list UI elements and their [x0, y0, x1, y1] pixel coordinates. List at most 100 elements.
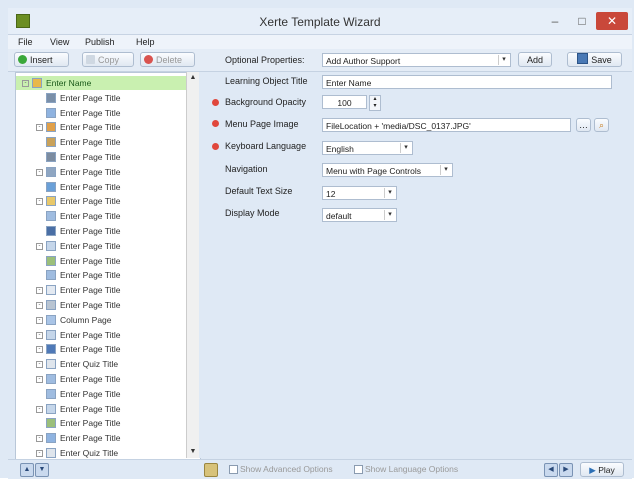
- previous-icon[interactable]: ◀: [544, 463, 558, 477]
- tree-item[interactable]: Enter Page Title: [16, 91, 186, 105]
- bottom-bar: ▲ ▼ Show Advanced Options Show Language …: [8, 459, 632, 479]
- menu-image-input[interactable]: FileLocation + 'media/DSC_0137.JPG': [322, 118, 571, 132]
- expand-toggle-icon[interactable]: -: [36, 331, 43, 339]
- window-icon: [46, 329, 56, 340]
- app-window: Xerte Template Wizard – □ ✕ File View Pu…: [0, 0, 634, 479]
- expand-toggle-icon[interactable]: -: [36, 242, 43, 250]
- page-icon: [46, 374, 56, 384]
- page-icon: [46, 211, 56, 222]
- tree-item[interactable]: Enter Page Title: [16, 268, 186, 282]
- tree-item[interactable]: - Enter Page Title: [16, 239, 186, 253]
- scroll-down-icon[interactable]: ▼: [188, 447, 198, 457]
- browse-button[interactable]: …: [576, 118, 591, 132]
- tree-item[interactable]: - Enter Page Title: [16, 328, 186, 342]
- expand-toggle-icon[interactable]: -: [36, 376, 43, 383]
- menu-view[interactable]: View: [50, 37, 69, 47]
- tree-item[interactable]: Enter Page Title: [16, 416, 186, 430]
- expand-toggle-icon[interactable]: -: [36, 124, 43, 132]
- close-button[interactable]: ✕: [596, 12, 628, 30]
- advanced-options-label: Show Advanced Options: [240, 464, 333, 474]
- optional-properties-select[interactable]: Add Author Support ▾: [322, 53, 511, 67]
- language-options-checkbox[interactable]: [354, 465, 363, 474]
- expand-toggle-icon[interactable]: -: [36, 302, 43, 309]
- tree-item[interactable]: Enter Page Title: [16, 106, 186, 120]
- menu-file[interactable]: File: [18, 37, 33, 47]
- tree-item[interactable]: Enter Page Title: [16, 209, 186, 223]
- image-text-icon: [46, 122, 56, 133]
- tree-item[interactable]: - Enter Page Title: [16, 342, 186, 356]
- maximize-button[interactable]: □: [569, 12, 595, 30]
- menu-help[interactable]: Help: [136, 37, 155, 47]
- expand-toggle-icon[interactable]: -: [36, 450, 43, 457]
- expand-toggle-icon[interactable]: -: [36, 287, 43, 295]
- scroll-up-icon[interactable]: ▲: [188, 73, 198, 83]
- quiz-icon: [46, 359, 56, 370]
- tree-item[interactable]: - Enter Page Title: [16, 194, 186, 208]
- tree-item-label: Enter Page Title: [60, 166, 121, 177]
- required-dot-icon: [212, 99, 219, 106]
- expand-toggle-icon[interactable]: -: [36, 435, 43, 443]
- tree-item[interactable]: - Enter Name: [16, 76, 186, 90]
- save-button[interactable]: Save: [567, 52, 622, 67]
- tree-item[interactable]: Enter Page Title: [16, 387, 186, 401]
- tree-item[interactable]: - Enter Quiz Title: [16, 357, 186, 371]
- display-mode-label: Display Mode: [225, 208, 280, 218]
- tree-item[interactable]: Enter Page Title: [16, 254, 186, 268]
- minimize-button[interactable]: –: [542, 12, 568, 30]
- expand-toggle-icon[interactable]: -: [36, 198, 43, 206]
- chevron-down-icon: ▾: [440, 165, 451, 175]
- tree-item[interactable]: Enter Page Title: [16, 180, 186, 194]
- tree-item[interactable]: Enter Page Title: [16, 135, 186, 149]
- wizard-icon[interactable]: [204, 463, 218, 477]
- keyboard-language-select[interactable]: English ▾: [322, 141, 413, 155]
- expand-toggle-icon[interactable]: -: [36, 346, 43, 354]
- text-size-select[interactable]: 12 ▾: [322, 186, 397, 200]
- menu-publish[interactable]: Publish: [85, 37, 115, 47]
- tree-item[interactable]: - Column Page: [16, 313, 186, 327]
- tree-item[interactable]: - Enter Page Title: [16, 165, 186, 179]
- expand-toggle-icon[interactable]: -: [36, 405, 43, 413]
- next-icon[interactable]: ▶: [559, 463, 573, 477]
- tree-item[interactable]: - Enter Page Title: [16, 372, 186, 386]
- play-button[interactable]: ▶ Play: [580, 462, 624, 477]
- opacity-stepper[interactable]: ▴ ▾: [369, 95, 381, 111]
- move-down-icon[interactable]: ▼: [35, 463, 49, 477]
- advanced-options-checkbox[interactable]: [229, 465, 238, 474]
- opacity-input[interactable]: 100: [322, 95, 367, 109]
- page-tree[interactable]: - Enter Name Enter Page Title Enter Page Ti…: [15, 72, 201, 460]
- expand-toggle-icon[interactable]: -: [22, 80, 29, 87]
- delete-button[interactable]: Delete: [140, 52, 195, 67]
- tree-item[interactable]: - Enter Page Title: [16, 283, 186, 297]
- display-mode-value: default: [326, 211, 352, 221]
- tree-item-label: Enter Page Title: [60, 137, 121, 148]
- tree-item-label: Enter Page Title: [60, 211, 121, 222]
- tree-item-label: Enter Page Title: [60, 255, 121, 266]
- display-mode-select[interactable]: default ▾: [322, 208, 397, 222]
- tree-item-label: Enter Page Title: [60, 344, 121, 355]
- navigation-select[interactable]: Menu with Page Controls ▾: [322, 163, 453, 177]
- tree-item[interactable]: - Enter Page Title: [16, 120, 186, 134]
- speech-bubble-icon: [46, 433, 56, 444]
- tree-item-label: Enter Page Title: [60, 388, 121, 399]
- window-icon: [46, 240, 56, 251]
- chevron-down-icon: ▾: [498, 55, 509, 65]
- preview-button[interactable]: ⌕: [594, 118, 609, 132]
- navigation-value: Menu with Page Controls: [326, 166, 421, 176]
- tree-item[interactable]: - Enter Page Title: [16, 402, 186, 416]
- tree-item[interactable]: Enter Page Title: [16, 150, 186, 164]
- expand-toggle-icon[interactable]: -: [36, 316, 43, 324]
- tree-item[interactable]: - Enter Quiz Title: [16, 446, 186, 459]
- expand-toggle-icon[interactable]: -: [36, 361, 43, 369]
- tree-scrollbar[interactable]: ▲ ▼: [186, 72, 199, 458]
- move-up-icon[interactable]: ▲: [20, 463, 34, 477]
- tree-item[interactable]: - Enter Page Title: [16, 298, 186, 312]
- expand-toggle-icon[interactable]: -: [36, 168, 43, 176]
- tree-item[interactable]: Enter Page Title: [16, 224, 186, 238]
- tree-item[interactable]: - Enter Page Title: [16, 431, 186, 445]
- columns-icon: [46, 314, 56, 325]
- insert-button[interactable]: Insert: [14, 52, 69, 67]
- title-input[interactable]: Enter Name: [322, 75, 612, 89]
- menu-image-label: Menu Page Image: [225, 119, 299, 129]
- copy-button[interactable]: Copy: [82, 52, 134, 67]
- add-button[interactable]: Add: [518, 52, 552, 67]
